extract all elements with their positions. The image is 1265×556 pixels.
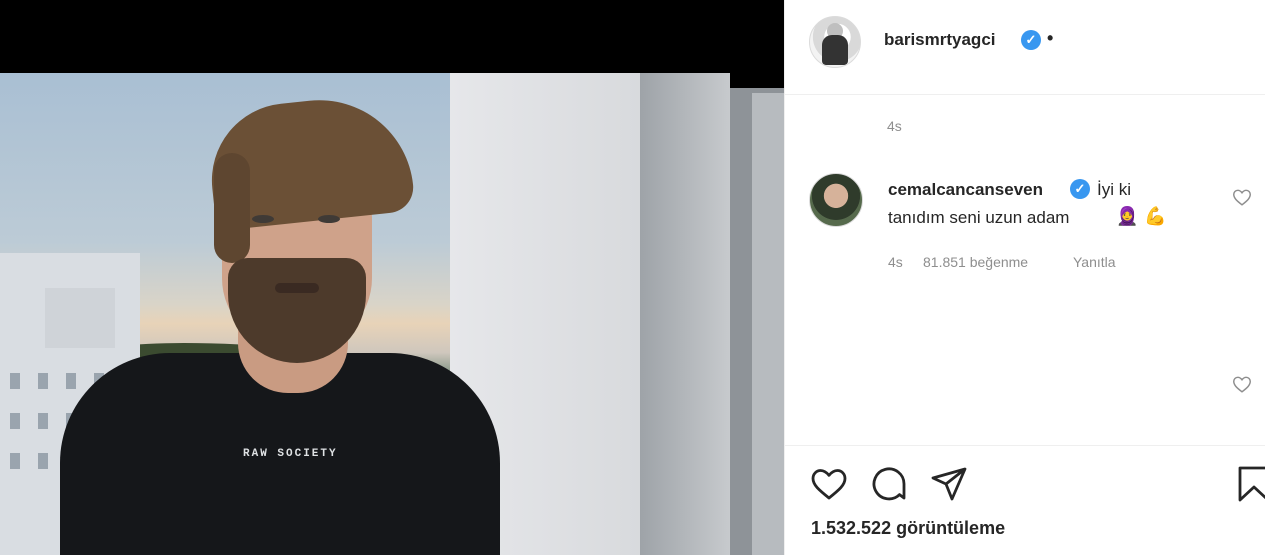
comment-reply-button[interactable]: Yanıtla [1073,254,1116,270]
author-avatar[interactable] [809,16,861,68]
commenter-username[interactable]: cemalcancanseven [888,180,1043,200]
comment-text-line1: İyi ki [1097,180,1131,199]
heart-icon[interactable] [809,464,849,504]
comment-icon[interactable] [869,464,909,504]
comment-like-count[interactable]: 81.851 beğenme [923,254,1028,270]
emoji-person: 🧕 [1116,206,1139,226]
caption-timestamp[interactable]: 4s [887,118,902,134]
person: RAW SOCIETY [0,73,784,555]
video-frame[interactable]: RAW SOCIETY [0,73,784,555]
shirt-print: RAW SOCIETY [243,448,338,460]
mouth [275,283,319,293]
verified-check-icon: ✓ [1021,30,1041,50]
header-separator: • [1047,28,1054,48]
post-media[interactable]: RAW SOCIETY [0,0,784,555]
emoji-flexed-biceps: 💪 [1144,206,1167,226]
eye-left [252,215,274,223]
post-header: barismrtyagci ✓ • [785,0,1265,95]
bookmark-icon[interactable] [1234,464,1265,504]
verified-check-icon: ✓ [1070,179,1090,199]
view-count[interactable]: 1.532.522 görüntüleme [811,518,1005,539]
share-icon[interactable] [929,464,969,504]
eye-right [318,215,340,223]
comment-timestamp[interactable]: 4s [888,254,903,270]
commenter-avatar[interactable] [809,173,863,227]
post-side-panel: barismrtyagci ✓ • 4s cemalcancanseven ✓ … [784,0,1265,555]
comment-text-line2: tanıdım seni uzun adam [888,208,1070,227]
author-username[interactable]: barismrtyagci [884,30,996,50]
caption-like-heart-icon[interactable] [1231,373,1253,395]
post-actions: 1.532.522 görüntüleme [785,445,1265,556]
comment-like-heart-icon[interactable] [1231,186,1253,208]
hair-side [214,153,250,263]
